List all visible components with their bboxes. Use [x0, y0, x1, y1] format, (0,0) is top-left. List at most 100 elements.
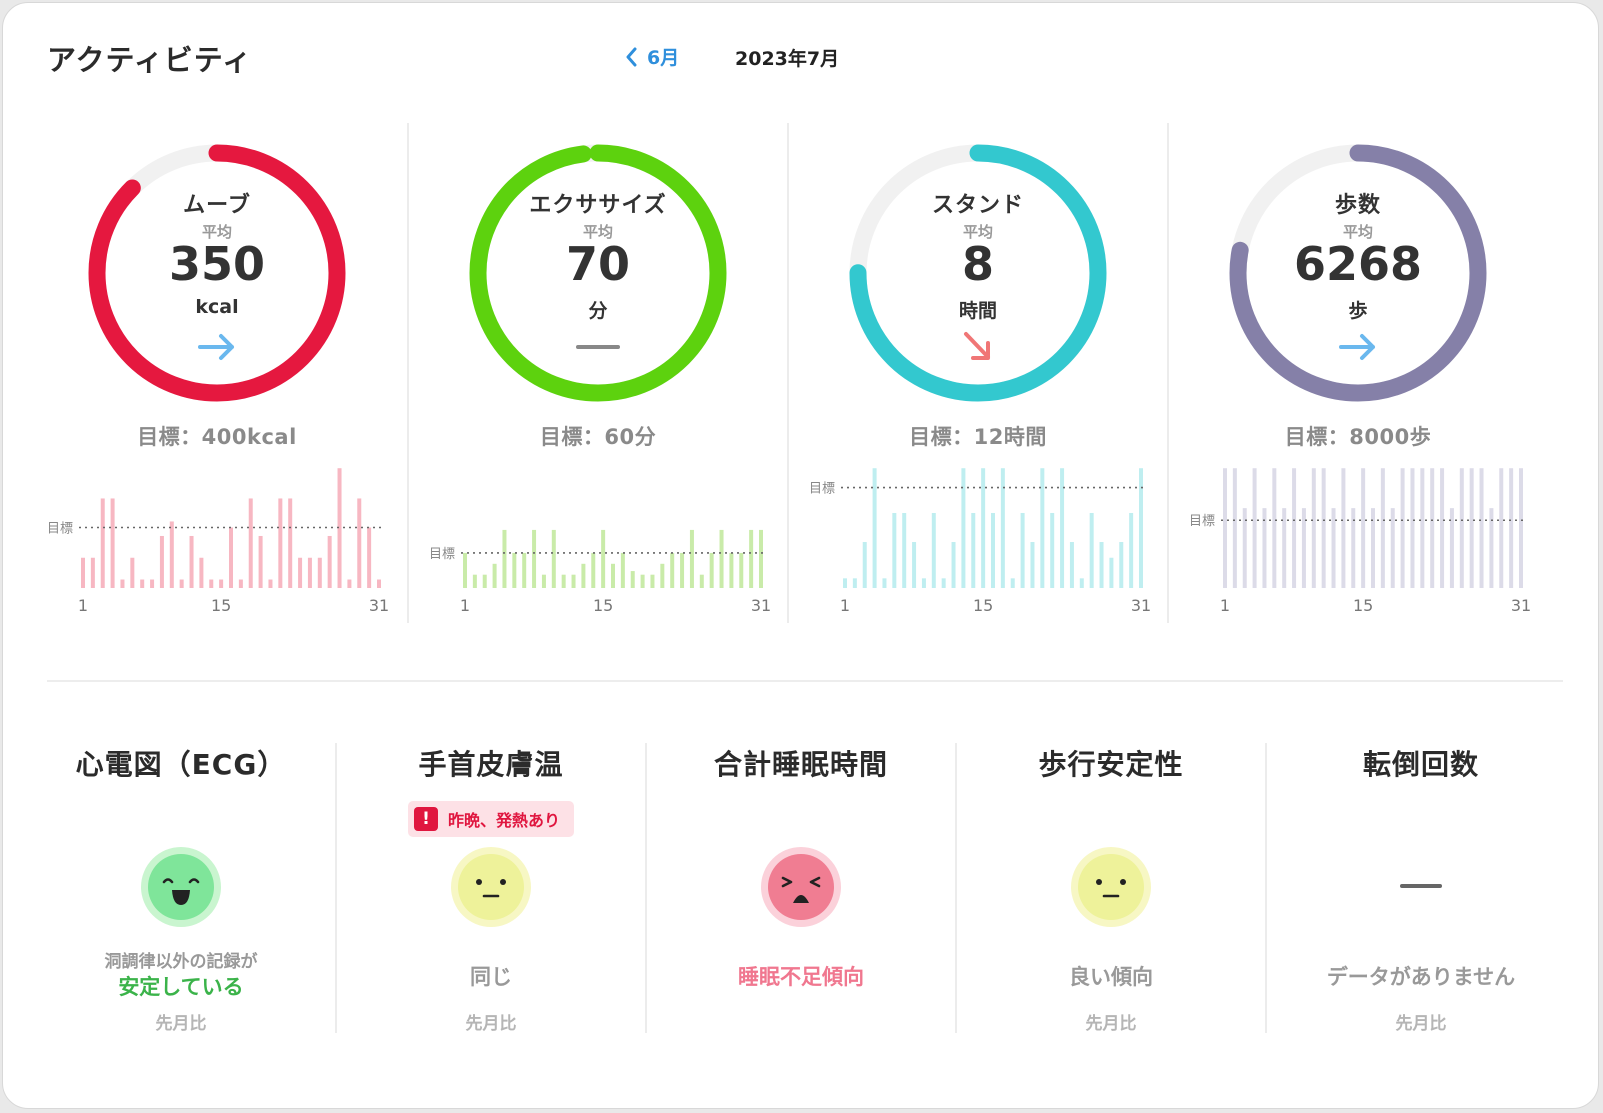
- health-title: 心電図（ECG）: [75, 748, 287, 781]
- daily-bar: [229, 527, 233, 588]
- daily-bar: [1311, 468, 1316, 588]
- daily-bar: [1129, 512, 1134, 588]
- daily-bar: [1400, 468, 1405, 588]
- health-title: 歩行安定性: [1038, 748, 1184, 781]
- daily-bar: [1232, 468, 1237, 588]
- health-compare-label: 先月比: [1085, 1014, 1137, 1034]
- metric-unit: 時間: [958, 300, 997, 322]
- x-tick-label: 31: [369, 596, 389, 613]
- daily-bar: [620, 552, 625, 588]
- daily-bar: [991, 512, 995, 588]
- prev-month-label: 6月: [647, 47, 680, 69]
- daily-bar: [1292, 468, 1297, 588]
- x-tick-label: 1: [78, 596, 88, 613]
- x-tick-label: 1: [840, 596, 850, 613]
- daily-bar: [347, 579, 352, 588]
- metric-value: 6268: [1293, 237, 1423, 291]
- alert-badge: ! 昨晩、発熱あり: [407, 801, 575, 837]
- daily-bar: [199, 557, 204, 588]
- health-note: 洞調律以外の記録が: [104, 952, 258, 972]
- daily-bar: [852, 578, 857, 588]
- x-tick-label: 15: [593, 596, 613, 613]
- metric-label: スタンド: [931, 193, 1024, 218]
- daily-bar: [522, 552, 527, 588]
- daily-bar: [541, 574, 546, 588]
- daily-bar: [268, 579, 273, 588]
- daily-bar: [169, 521, 174, 588]
- daily-bar: [872, 468, 877, 588]
- metric-stand[interactable]: スタンド 平均 8 時間 目標：12時間 目標 1 15 31: [787, 123, 1167, 623]
- daily-bar: [709, 552, 714, 588]
- daily-bar: [581, 563, 586, 588]
- health-sleep[interactable]: 合計睡眠時間 睡眠不足傾向: [645, 743, 955, 1033]
- x-tick-label: 15: [211, 596, 231, 613]
- daily-bar: [110, 498, 115, 588]
- metric-unit: 分: [588, 300, 608, 322]
- daily-bar: [463, 552, 467, 588]
- neutral-face-icon: [1071, 847, 1151, 927]
- x-tick-label: 1: [460, 596, 470, 613]
- daily-bar: [1469, 468, 1474, 588]
- daily-bar: [971, 512, 976, 588]
- health-wrist-temp[interactable]: 手首皮膚温! 昨晩、発熱あり 同じ 先月比: [335, 743, 645, 1034]
- health-compare-label: 先月比: [1395, 1014, 1447, 1034]
- daily-bar: [1099, 542, 1104, 588]
- daily-bar: [1089, 512, 1094, 588]
- daily-bar: [317, 557, 322, 588]
- metric-value: 8: [961, 237, 994, 291]
- page-title: アクティビティ: [47, 43, 253, 77]
- daily-bar: [1459, 468, 1464, 588]
- daily-bar: [1020, 512, 1025, 588]
- daily-bar: [902, 512, 907, 588]
- daily-bar: [120, 579, 125, 588]
- metric-value: 350: [168, 237, 266, 291]
- goal-line-label: 目標: [809, 482, 835, 497]
- no-data-dash-icon: [1400, 884, 1442, 888]
- daily-bar: [472, 574, 477, 588]
- health-title: 合計睡眠時間: [713, 748, 888, 781]
- metric-value: 70: [565, 237, 630, 291]
- arrow-right-icon: [1339, 334, 1375, 360]
- goal-line-label: 目標: [429, 547, 455, 562]
- daily-bar: [843, 578, 847, 588]
- goal-line-label: 目標: [47, 522, 73, 537]
- daily-bar: [258, 535, 263, 588]
- daily-bar: [1331, 508, 1336, 588]
- metric-move[interactable]: ムーブ 平均 350 kcal 目標：400kcal 目標 1 15 31: [27, 123, 407, 623]
- ring-center: エクササイズ 平均 70 分: [466, 141, 730, 405]
- health-walking-steadiness[interactable]: 歩行安定性良い傾向先月比: [955, 743, 1265, 1034]
- daily-bar: [981, 468, 986, 588]
- metric-goal: 目標：12時間: [909, 425, 1047, 449]
- metric-steps[interactable]: 歩数 平均 6268 歩目標：8000歩 目標 1 15 31: [1167, 123, 1547, 623]
- health-status: 安定している: [118, 975, 244, 999]
- chevron-left-icon: [626, 47, 637, 66]
- neutral-face-icon: [451, 847, 531, 927]
- health-status: 同じ: [470, 965, 512, 989]
- health-status: 良い傾向: [1069, 965, 1153, 989]
- daily-bar: [357, 498, 362, 588]
- prev-month-button[interactable]: 6月: [625, 43, 679, 70]
- daily-bar: [140, 579, 145, 588]
- daily-bar: [892, 512, 897, 588]
- arrow-right-icon: [198, 334, 234, 360]
- daily-bar: [1030, 542, 1035, 588]
- daily-bar: [561, 574, 566, 588]
- health-compare-label: 先月比: [465, 1014, 517, 1034]
- daily-bar: [689, 529, 694, 588]
- daily-bar: [248, 498, 253, 588]
- health-ecg[interactable]: 心電図（ECG） 洞調律以外の記録が 安定している 先月比: [27, 743, 335, 1034]
- health-status: データがありません: [1326, 965, 1516, 989]
- daily-bar: [1509, 468, 1514, 588]
- x-tick-label: 15: [1353, 596, 1373, 613]
- metric-exercise[interactable]: エクササイズ 平均 70 分目標：60分 目標 1 15 31: [407, 123, 787, 623]
- x-tick-label: 31: [1511, 596, 1531, 613]
- daily-bar-chart: 目標 1 15 31: [47, 468, 389, 613]
- health-falls[interactable]: 転倒回数 データがありません 先月比: [1265, 743, 1575, 1034]
- daily-bar: [1499, 468, 1504, 588]
- metric-goal: 目標：8000歩: [1284, 425, 1432, 449]
- daily-bar: [150, 579, 155, 588]
- activity-ring: ムーブ 平均 350 kcal: [85, 141, 349, 405]
- daily-bar-chart: 目標 1 15 31: [809, 468, 1151, 613]
- daily-bar: [680, 552, 685, 588]
- daily-bar: [1390, 508, 1395, 588]
